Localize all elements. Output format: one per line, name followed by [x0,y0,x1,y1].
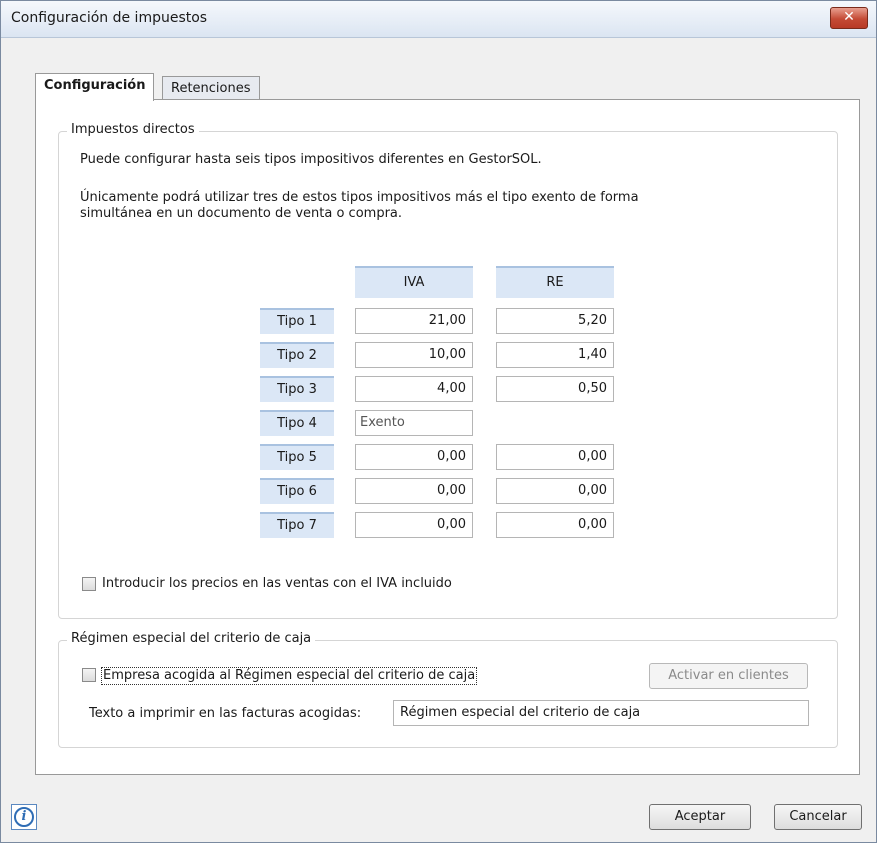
row-label-tipo-5: Tipo 5 [260,444,334,470]
info-text-2b: simultánea en un documento de venta o co… [80,206,403,221]
info-text-2a: Únicamente podrá utilizar tres de estos … [80,190,639,205]
re-field-tipo-7[interactable]: 0,00 [496,512,614,538]
re-field-tipo-5[interactable]: 0,00 [496,444,614,470]
row-label-tipo-4: Tipo 4 [260,410,334,436]
iva-field-tipo-2[interactable]: 10,00 [355,342,473,368]
row-label-tipo-2: Tipo 2 [260,342,334,368]
re-field-tipo-1[interactable]: 5,20 [496,308,614,334]
iva-field-tipo-1[interactable]: 21,00 [355,308,473,334]
print-text-label: Texto a imprimir en las facturas acogida… [89,706,362,721]
cash-regime-group: Régimen especial del criterio de caja [58,631,838,748]
column-header-re: RE [496,266,614,298]
iva-field-tipo-7[interactable]: 0,00 [355,512,473,538]
tax-config-window: Configuración de impuestos ✕ Configuraci… [0,0,877,843]
row-label-tipo-1: Tipo 1 [260,308,334,334]
cancel-button[interactable]: Cancelar [774,804,862,830]
iva-field-tipo-3[interactable]: 4,00 [355,376,473,402]
info-icon[interactable]: i [11,804,37,830]
accept-button[interactable]: Aceptar [649,804,751,830]
re-field-tipo-2[interactable]: 1,40 [496,342,614,368]
include-vat-label[interactable]: Introducir los precios en las ventas con… [102,576,452,592]
info-text-1: Puede configurar hasta seis tipos imposi… [80,152,542,167]
cash-regime-checkbox[interactable] [82,668,96,682]
close-icon[interactable]: ✕ [830,7,868,29]
row-label-tipo-3: Tipo 3 [260,376,334,402]
window-title: Configuración de impuestos [11,10,208,26]
title-bar[interactable]: Configuración de impuestos ✕ [1,1,876,38]
row-label-tipo-6: Tipo 6 [260,478,334,504]
column-header-iva: IVA [355,266,473,298]
iva-field-tipo-4[interactable]: Exento [355,410,473,436]
cash-regime-label[interactable]: Empresa acogida al Régimen especial del … [101,667,478,685]
row-label-tipo-7: Tipo 7 [260,512,334,538]
tab-panel: Impuestos directos Puede configurar hast… [35,99,860,775]
iva-field-tipo-5[interactable]: 0,00 [355,444,473,470]
print-text-input[interactable]: Régimen especial del criterio de caja [393,700,809,726]
re-field-tipo-6[interactable]: 0,00 [496,478,614,504]
include-vat-checkbox[interactable] [82,577,96,591]
activate-clients-button[interactable]: Activar en clientes [649,663,808,689]
direct-taxes-legend: Impuestos directos [67,122,199,137]
cash-regime-legend: Régimen especial del criterio de caja [67,631,316,646]
tab-configuracion[interactable]: Configuración [35,73,155,101]
iva-field-tipo-6[interactable]: 0,00 [355,478,473,504]
re-field-tipo-3[interactable]: 0,50 [496,376,614,402]
